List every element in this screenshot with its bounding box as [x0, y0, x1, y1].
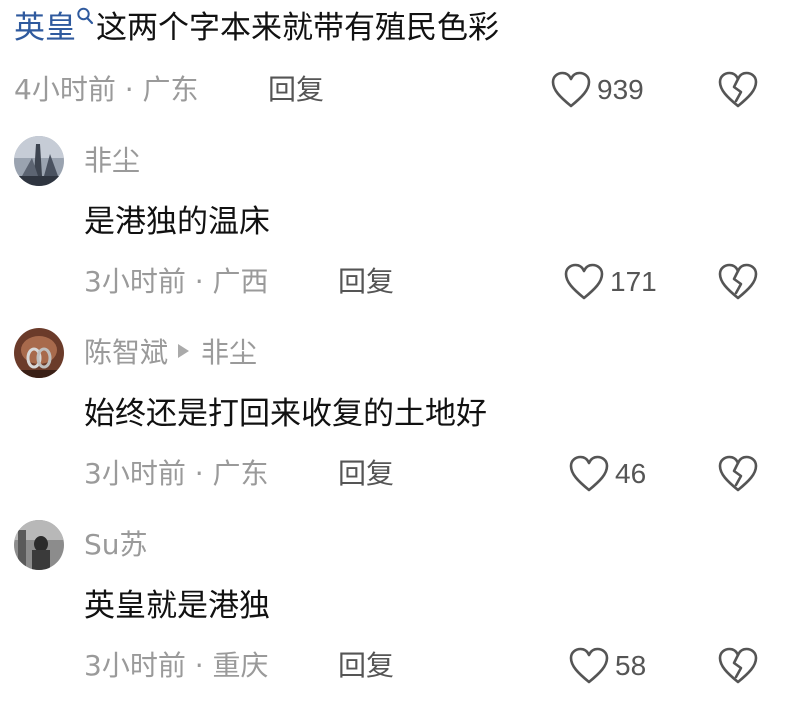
- search-keyword-link[interactable]: 英皇: [14, 10, 76, 46]
- like-count: 58: [615, 650, 647, 681]
- like-count: 46: [615, 458, 647, 489]
- username[interactable]: Su苏: [84, 525, 148, 565]
- like-button[interactable]: 58: [569, 646, 646, 686]
- reply-to-username[interactable]: 非尘: [201, 336, 257, 369]
- comment-meta: 3小时前 · 广西: [84, 265, 269, 298]
- like-button[interactable]: 46: [569, 454, 646, 494]
- search-icon[interactable]: [76, 6, 94, 30]
- avatar[interactable]: [14, 136, 64, 186]
- avatar[interactable]: [14, 520, 64, 570]
- heart-outline-icon: [569, 455, 609, 492]
- comment-meta: 3小时前 · 重庆: [84, 649, 269, 682]
- top-comment-like-button[interactable]: 939: [551, 70, 644, 110]
- comment-content: 是港独的温床: [84, 204, 270, 240]
- avatar[interactable]: [14, 328, 64, 378]
- top-comment-text: 英皇 这两个字本来就带有殖民色彩: [14, 4, 499, 52]
- reply-button[interactable]: 回复: [338, 646, 394, 686]
- username[interactable]: 非尘: [84, 141, 140, 181]
- broken-heart-icon[interactable]: [718, 454, 758, 494]
- top-comment-reply-button[interactable]: 回复: [268, 70, 324, 110]
- broken-heart-icon[interactable]: [718, 646, 758, 686]
- top-comment-meta: 4小时前 · 广东: [14, 73, 199, 106]
- broken-heart-icon[interactable]: [718, 70, 758, 110]
- like-button[interactable]: 171: [564, 262, 657, 302]
- heart-outline-icon: [551, 71, 591, 108]
- broken-heart-icon[interactable]: [718, 262, 758, 302]
- reply-button[interactable]: 回复: [338, 262, 394, 302]
- comment-content: 英皇就是港独: [84, 588, 270, 624]
- triangle-right-icon: [178, 344, 190, 358]
- heart-outline-icon: [569, 647, 609, 684]
- reply-button[interactable]: 回复: [338, 454, 394, 494]
- like-count: 939: [597, 74, 644, 105]
- heart-outline-icon: [564, 263, 604, 300]
- like-count: 171: [610, 266, 657, 297]
- username-link[interactable]: 陈智斌: [84, 336, 168, 369]
- comment-meta: 3小时前 · 广东: [84, 457, 269, 490]
- comment-content: 始终还是打回来收复的土地好: [84, 396, 487, 432]
- top-comment-body: 这两个字本来就带有殖民色彩: [96, 10, 499, 46]
- username: 陈智斌 非尘: [84, 333, 257, 373]
